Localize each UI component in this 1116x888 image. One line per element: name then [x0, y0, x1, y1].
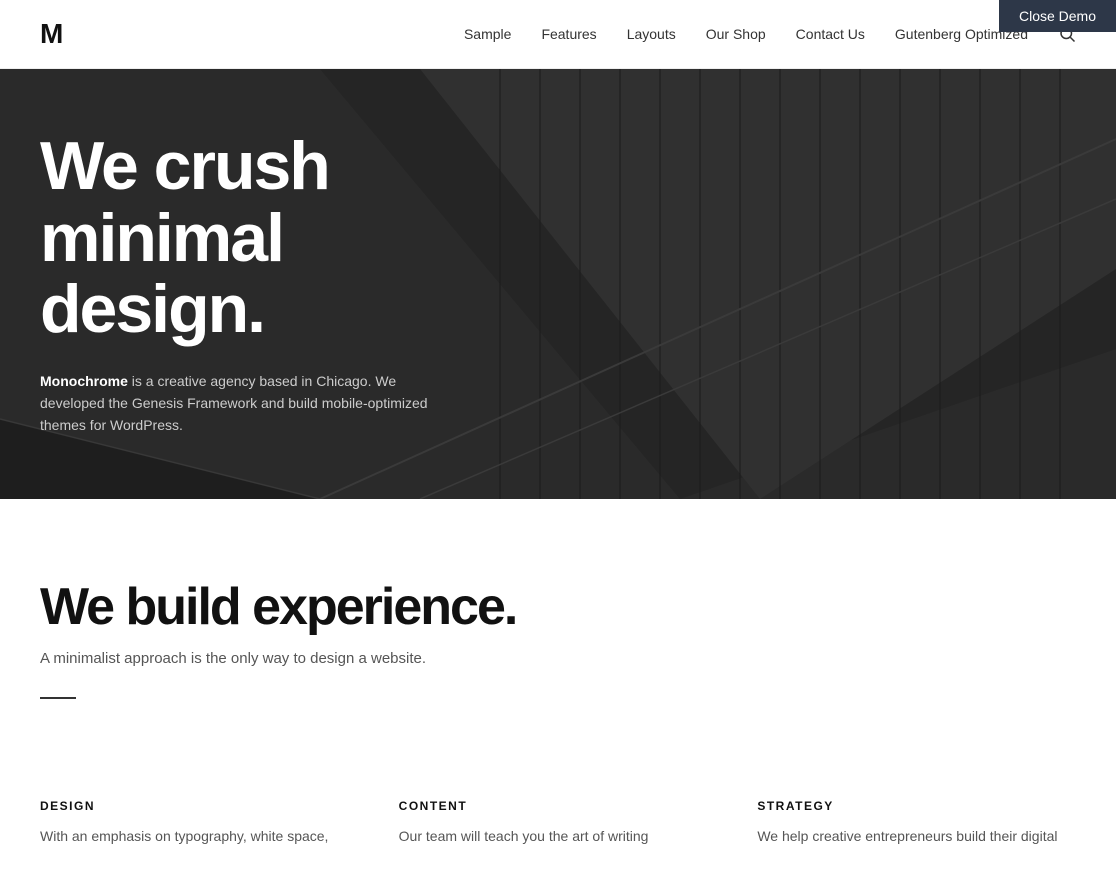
site-header: M Sample Features Layouts Our Shop Conta… [0, 0, 1116, 69]
nav-item-features[interactable]: Features [541, 26, 596, 42]
main-content: We build experience. A minimalist approa… [0, 499, 1116, 799]
column-content: CONTENT Our team will teach you the art … [399, 799, 718, 847]
nav-item-sample[interactable]: Sample [464, 26, 511, 42]
column-strategy: STRATEGY We help creative entrepreneurs … [757, 799, 1076, 847]
column-design-title: DESIGN [40, 799, 359, 813]
nav-item-shop[interactable]: Our Shop [706, 26, 766, 42]
column-design: DESIGN With an emphasis on typography, w… [40, 799, 359, 847]
close-demo-button[interactable]: Close Demo [999, 0, 1116, 32]
site-logo[interactable]: M [40, 18, 62, 50]
column-strategy-text: We help creative entrepreneurs build the… [757, 825, 1076, 847]
column-strategy-title: STRATEGY [757, 799, 1076, 813]
column-design-text: With an emphasis on typography, white sp… [40, 825, 359, 847]
nav-item-layouts[interactable]: Layouts [627, 26, 676, 42]
site-nav: Sample Features Layouts Our Shop Contact… [464, 25, 1076, 43]
hero-title: We crush minimal design. [40, 131, 460, 345]
section-subtext: A minimalist approach is the only way to… [40, 650, 1076, 667]
hero-content: We crush minimal design. Monochrome is a… [0, 131, 500, 436]
section-heading: We build experience. [40, 579, 1076, 636]
divider [40, 697, 76, 699]
columns-section: DESIGN With an emphasis on typography, w… [0, 799, 1116, 887]
hero-section: We crush minimal design. Monochrome is a… [0, 69, 1116, 499]
column-content-title: CONTENT [399, 799, 718, 813]
hero-description: Monochrome is a creative agency based in… [40, 370, 460, 437]
column-content-text: Our team will teach you the art of writi… [399, 825, 718, 847]
nav-item-contact[interactable]: Contact Us [796, 26, 865, 42]
